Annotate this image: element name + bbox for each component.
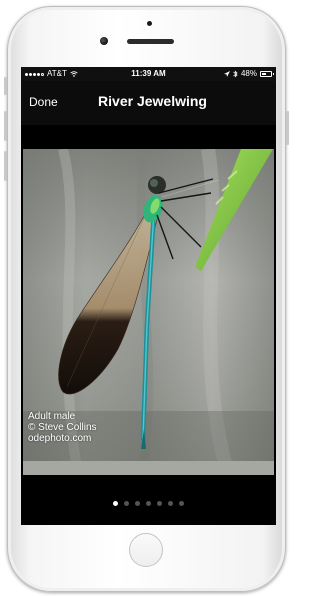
earpiece-speaker — [127, 39, 174, 44]
caption-line-site: odephoto.com — [28, 433, 92, 444]
battery-percent: 48% — [240, 69, 257, 78]
page-dot[interactable] — [124, 501, 129, 506]
navigation-bar: Done River Jewelwing — [21, 81, 276, 125]
caption-line-credit: © Steve Collins — [28, 422, 97, 433]
phone-screen: AT&T 11:39 AM 48% Done River Jewelwing A… — [21, 67, 276, 525]
mute-switch — [4, 77, 7, 95]
home-button[interactable] — [129, 533, 163, 567]
page-indicator[interactable] — [21, 501, 276, 506]
status-bar: AT&T 11:39 AM 48% — [21, 67, 276, 81]
volume-up-button — [4, 111, 7, 141]
bluetooth-icon — [233, 70, 238, 78]
species-photo[interactable]: Adult male © Steve Collins odephoto.com — [23, 149, 274, 475]
status-right: 48% — [223, 67, 274, 81]
done-button[interactable]: Done — [29, 95, 58, 109]
page-dot[interactable] — [146, 501, 151, 506]
battery-icon — [260, 71, 274, 77]
proximity-sensor — [147, 21, 152, 26]
volume-down-button — [4, 151, 7, 181]
location-arrow-icon — [223, 70, 230, 77]
power-button — [286, 111, 289, 145]
battery-level-fill — [262, 73, 266, 75]
front-camera-icon — [100, 37, 108, 45]
page-dot[interactable] — [168, 501, 173, 506]
caption-line-sex: Adult male — [28, 411, 76, 422]
photo-caption: Adult male © Steve Collins odephoto.com — [28, 411, 97, 444]
page-title: River Jewelwing — [98, 93, 207, 109]
page-dot[interactable] — [135, 501, 140, 506]
stage: AT&T 11:39 AM 48% Done River Jewelwing A… — [0, 0, 292, 596]
page-dot[interactable] — [113, 501, 118, 506]
page-dot[interactable] — [157, 501, 162, 506]
page-dot[interactable] — [179, 501, 184, 506]
